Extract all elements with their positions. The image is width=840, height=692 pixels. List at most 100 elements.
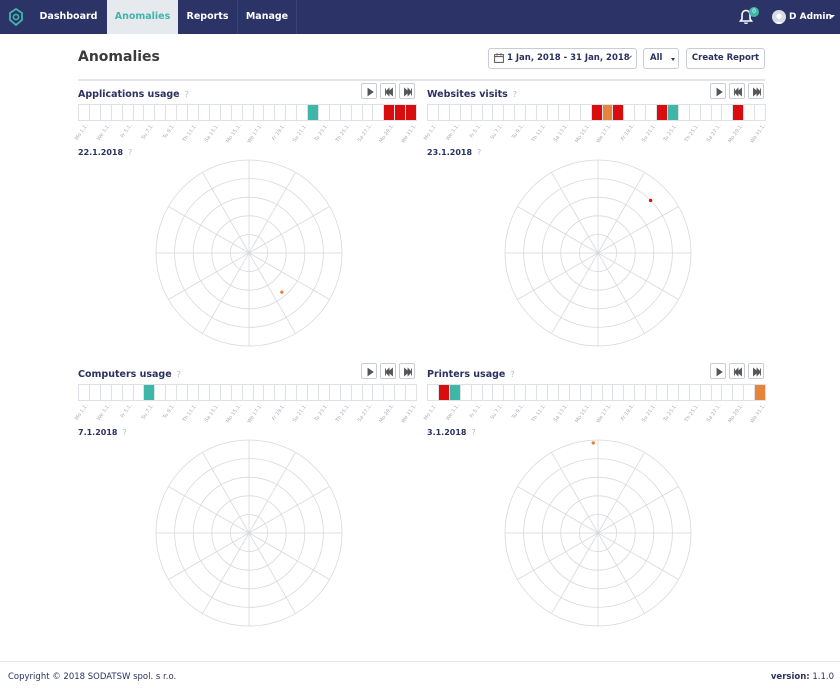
timeline-day-cell[interactable] [188,385,199,400]
skip-forward-button[interactable] [748,83,764,99]
play-button[interactable] [361,83,377,99]
timeline-day-cell[interactable] [591,105,603,120]
timeline-day-cell[interactable] [460,385,472,400]
timeline-day-cell[interactable] [515,105,527,120]
timeline-day-cell[interactable] [177,385,189,400]
skip-forward-button[interactable] [399,363,415,379]
timeline-day-cell[interactable] [493,385,505,400]
timeline-day-cell[interactable] [689,385,701,400]
timeline-day-cell[interactable] [340,105,352,120]
timeline-day-cell[interactable] [340,385,352,400]
timeline-day-cell[interactable] [537,105,548,120]
timeline-day-cell[interactable] [209,385,221,400]
timeline-day-cell[interactable] [613,105,625,120]
timeline-day-cell[interactable] [100,105,112,120]
timeline-day-cell[interactable] [635,385,647,400]
timeline-day-cell[interactable] [558,385,570,400]
timeline-day-cell[interactable] [558,105,570,120]
timeline-day-cell[interactable] [155,385,167,400]
tab-reports[interactable]: Reports [178,0,238,34]
help-icon[interactable]: ? [122,428,126,437]
timeline-day-cell[interactable] [275,105,287,120]
timeline-day-cell[interactable] [569,385,581,400]
timeline-day-cell[interactable] [351,385,363,400]
timeline-day-cell[interactable] [198,385,210,400]
anomaly-point[interactable] [591,441,595,445]
timeline-day-cell[interactable] [220,105,232,120]
timeline-day-cell[interactable] [373,385,385,400]
timeline-day-cell[interactable] [384,105,396,120]
timeline-day-cell[interactable] [449,385,461,400]
timeline-day-cell[interactable] [166,105,178,120]
timeline-day-cell[interactable] [220,385,232,400]
play-button[interactable] [710,363,726,379]
timeline-day-cell[interactable] [362,385,374,400]
timeline-day-cell[interactable] [646,385,658,400]
timeline-day-cell[interactable] [569,105,581,120]
timeline-day-cell[interactable] [667,105,679,120]
timeline-day-cell[interactable] [100,385,112,400]
timeline-day-cell[interactable] [264,105,276,120]
timeline-day-cell[interactable] [722,385,734,400]
timeline-day-cell[interactable] [264,385,276,400]
timeline-day-cell[interactable] [744,385,756,400]
help-icon[interactable]: ? [477,148,481,157]
help-icon[interactable]: ? [185,90,189,99]
timeline-day-cell[interactable] [482,385,494,400]
timeline-day-cell[interactable] [755,385,767,400]
timeline-day-cell[interactable] [613,385,625,400]
timeline-day-cell[interactable] [438,105,450,120]
skip-forward-button[interactable] [748,363,764,379]
timeline-day-cell[interactable] [449,105,461,120]
timeline-day-cell[interactable] [547,105,559,120]
play-button[interactable] [361,363,377,379]
help-icon[interactable]: ? [177,370,181,379]
help-icon[interactable]: ? [128,148,132,157]
timeline-day-cell[interactable] [318,385,330,400]
timeline-day-cell[interactable] [297,385,309,400]
timeline-day-cell[interactable] [111,105,123,120]
timeline-day-cell[interactable] [624,105,636,120]
timeline-day-cell[interactable] [198,105,210,120]
timeline-day-cell[interactable] [493,105,505,120]
timeline-day-cell[interactable] [166,385,178,400]
timeline-day-cell[interactable] [733,385,745,400]
timeline-day-cell[interactable] [177,105,189,120]
timeline-day-cell[interactable] [471,385,483,400]
timeline-day-cell[interactable] [253,105,265,120]
timeline-day-cell[interactable] [678,105,690,120]
timeline-day-cell[interactable] [329,105,341,120]
timeline-day-cell[interactable] [635,105,647,120]
tab-anomalies[interactable]: Anomalies [107,0,178,34]
skip-back-button[interactable] [729,363,745,379]
timeline-day-cell[interactable] [275,385,287,400]
help-icon[interactable]: ? [510,370,514,379]
date-range-picker[interactable]: 1 Jan, 2018 - 31 Jan, 2018 [488,48,637,69]
timeline-day-cell[interactable] [711,385,723,400]
timeline-day-cell[interactable] [602,105,614,120]
timeline-day-cell[interactable] [395,385,407,400]
timeline-day-cell[interactable] [188,105,199,120]
timeline-day-cell[interactable] [428,105,439,120]
timeline-day-cell[interactable] [580,385,592,400]
timeline-day-cell[interactable] [231,105,243,120]
skip-back-button[interactable] [380,363,396,379]
timeline-day-cell[interactable] [428,385,439,400]
timeline-day-cell[interactable] [700,385,712,400]
timeline-day-cell[interactable] [297,105,309,120]
timeline-day-cell[interactable] [580,105,592,120]
timeline-day-cell[interactable] [395,105,407,120]
timeline-day-cell[interactable] [242,385,254,400]
anomaly-point[interactable] [648,198,653,203]
timeline-day-cell[interactable] [406,105,418,120]
timeline-day-cell[interactable] [591,385,603,400]
tab-manage[interactable]: Manage [238,0,297,34]
timeline-day-cell[interactable] [253,385,265,400]
timeline-day-cell[interactable] [286,105,298,120]
timeline-day-cell[interactable] [122,385,134,400]
timeline-day-cell[interactable] [111,385,123,400]
timeline-day-cell[interactable] [482,105,494,120]
timeline-day-cell[interactable] [460,105,472,120]
timeline-day-cell[interactable] [308,105,319,120]
timeline-day-cell[interactable] [711,105,723,120]
